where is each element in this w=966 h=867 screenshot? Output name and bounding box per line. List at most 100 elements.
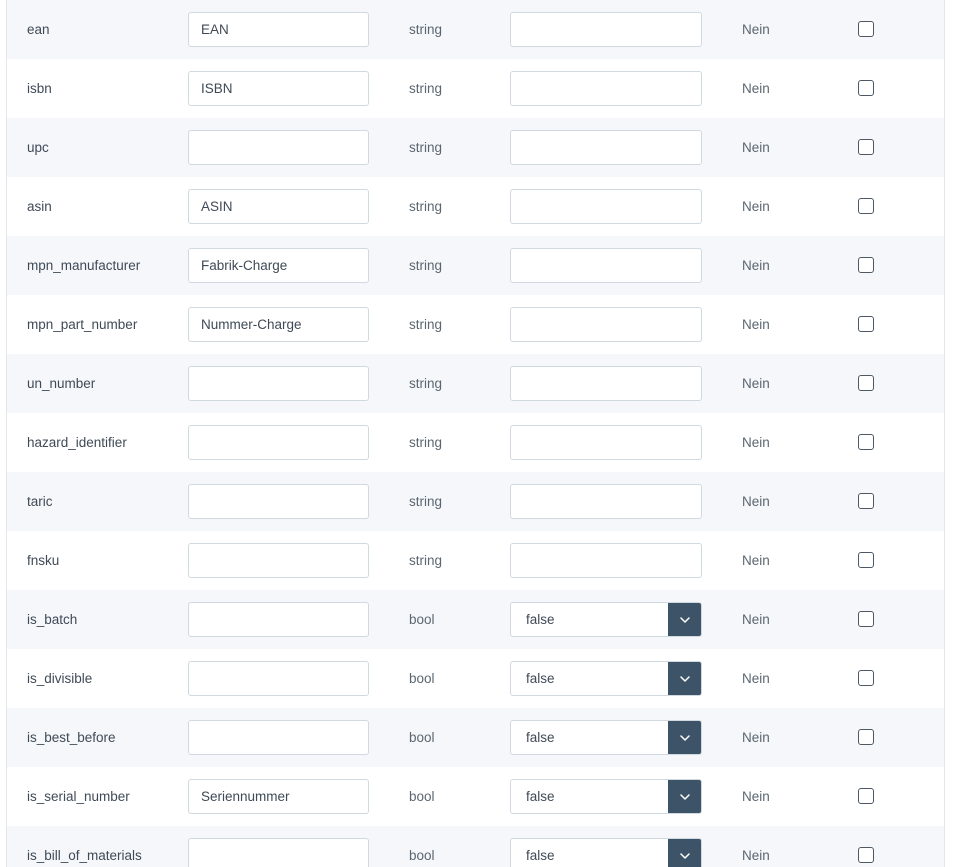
table-row: mpn_manufacturer string Nein <box>7 236 944 295</box>
attribute-name: mpn_manufacturer <box>27 258 141 273</box>
attribute-type: string <box>409 553 443 568</box>
chevron-down-icon <box>679 734 690 741</box>
default-value-field[interactable] <box>510 130 702 165</box>
select-toggle-button[interactable] <box>668 721 701 754</box>
label-field[interactable] <box>188 779 369 814</box>
default-value-selected: false <box>526 789 555 804</box>
label-field[interactable] <box>188 12 369 47</box>
required-status: Nein <box>742 553 770 568</box>
table-row: ean string Nein <box>7 0 944 59</box>
required-status: Nein <box>742 22 770 37</box>
table-row: fnsku string Nein <box>7 531 944 590</box>
default-value-select[interactable]: false <box>510 661 702 696</box>
required-status: Nein <box>742 848 770 863</box>
chevron-down-icon <box>679 616 690 623</box>
table-row: mpn_part_number string Nein <box>7 295 944 354</box>
row-checkbox[interactable] <box>858 670 874 686</box>
chevron-down-icon <box>679 793 690 800</box>
attribute-type: bool <box>409 612 435 627</box>
default-value-field[interactable] <box>510 71 702 106</box>
attribute-type: bool <box>409 789 435 804</box>
default-value-field[interactable] <box>510 12 702 47</box>
row-checkbox[interactable] <box>858 729 874 745</box>
label-field[interactable] <box>188 248 369 283</box>
attribute-name: mpn_part_number <box>27 317 138 332</box>
attribute-name: is_bill_of_materials <box>27 848 142 863</box>
required-status: Nein <box>742 671 770 686</box>
default-value-select[interactable]: false <box>510 602 702 637</box>
attribute-name: ean <box>27 22 50 37</box>
chevron-down-icon <box>679 675 690 682</box>
row-checkbox[interactable] <box>858 788 874 804</box>
attribute-name: asin <box>27 199 52 214</box>
default-value-select[interactable]: false <box>510 838 702 867</box>
default-value-field[interactable] <box>510 307 702 342</box>
required-status: Nein <box>742 612 770 627</box>
default-value-field[interactable] <box>510 484 702 519</box>
label-field[interactable] <box>188 661 369 696</box>
row-checkbox[interactable] <box>858 375 874 391</box>
table-row: is_best_before bool false Nein <box>7 708 944 767</box>
row-checkbox[interactable] <box>858 80 874 96</box>
select-toggle-button[interactable] <box>668 780 701 813</box>
row-checkbox[interactable] <box>858 21 874 37</box>
default-value-selected: false <box>526 730 555 745</box>
row-checkbox[interactable] <box>858 316 874 332</box>
label-field[interactable] <box>188 484 369 519</box>
default-value-field[interactable] <box>510 366 702 401</box>
label-field[interactable] <box>188 366 369 401</box>
attribute-name: upc <box>27 140 49 155</box>
attribute-type: string <box>409 199 443 214</box>
row-checkbox[interactable] <box>858 139 874 155</box>
default-value-field[interactable] <box>510 189 702 224</box>
attribute-type: string <box>409 81 443 96</box>
required-status: Nein <box>742 199 770 214</box>
attribute-name: is_best_before <box>27 730 116 745</box>
label-field[interactable] <box>188 602 369 637</box>
required-status: Nein <box>742 730 770 745</box>
row-checkbox[interactable] <box>858 847 874 863</box>
row-checkbox[interactable] <box>858 257 874 273</box>
default-value-field[interactable] <box>510 543 702 578</box>
default-value-selected: false <box>526 671 555 686</box>
required-status: Nein <box>742 140 770 155</box>
select-toggle-button[interactable] <box>668 662 701 695</box>
label-field[interactable] <box>188 720 369 755</box>
table-row: is_bill_of_materials bool false Nein <box>7 826 944 867</box>
table-row: hazard_identifier string Nein <box>7 413 944 472</box>
label-field[interactable] <box>188 71 369 106</box>
default-value-selected: false <box>526 612 555 627</box>
attribute-name: fnsku <box>27 553 60 568</box>
row-checkbox[interactable] <box>858 611 874 627</box>
row-checkbox[interactable] <box>858 434 874 450</box>
required-status: Nein <box>742 317 770 332</box>
attribute-table: ean string Nein isbn string Nein upc string Nein… <box>6 0 945 867</box>
table-row: is_divisible bool false Nein <box>7 649 944 708</box>
attribute-name: taric <box>27 494 53 509</box>
label-field[interactable] <box>188 130 369 165</box>
label-field[interactable] <box>188 307 369 342</box>
attribute-name: is_divisible <box>27 671 93 686</box>
select-toggle-button[interactable] <box>668 839 701 867</box>
required-status: Nein <box>742 258 770 273</box>
row-checkbox[interactable] <box>858 198 874 214</box>
attribute-name: hazard_identifier <box>27 435 127 450</box>
default-value-select[interactable]: false <box>510 779 702 814</box>
default-value-field[interactable] <box>510 425 702 460</box>
default-value-select[interactable]: false <box>510 720 702 755</box>
attribute-name: isbn <box>27 81 52 96</box>
required-status: Nein <box>742 81 770 96</box>
table-row: isbn string Nein <box>7 59 944 118</box>
table-row: is_serial_number bool false Nein <box>7 767 944 826</box>
select-toggle-button[interactable] <box>668 603 701 636</box>
default-value-field[interactable] <box>510 248 702 283</box>
row-checkbox[interactable] <box>858 493 874 509</box>
required-status: Nein <box>742 435 770 450</box>
row-checkbox[interactable] <box>858 552 874 568</box>
label-field[interactable] <box>188 838 369 867</box>
label-field[interactable] <box>188 425 369 460</box>
label-field[interactable] <box>188 543 369 578</box>
attribute-type: string <box>409 494 443 509</box>
attribute-type: bool <box>409 671 435 686</box>
label-field[interactable] <box>188 189 369 224</box>
